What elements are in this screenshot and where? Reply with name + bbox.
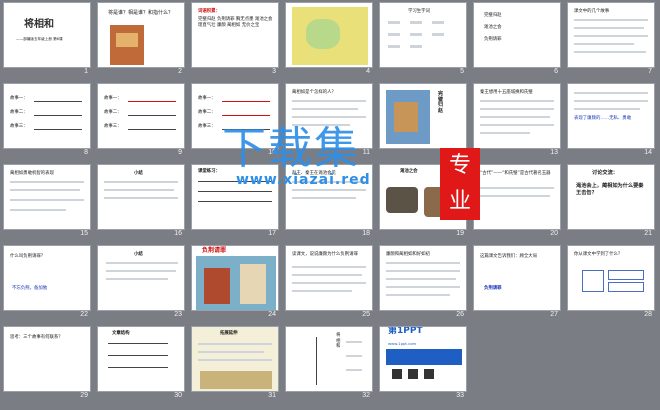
- slide-thumbnail[interactable]: 故事一： 故事二： 故事三：: [97, 83, 185, 149]
- slide-cell[interactable]: 完璧归赵 渑池之会 负荆请罪 6: [473, 2, 564, 83]
- slide-thumbnail[interactable]: 完璧归赵: [379, 83, 467, 149]
- slide-thumbnail[interactable]: 将是谁？相是谁？和指什么？: [97, 2, 185, 68]
- watermark-url: www.xiazai.red: [236, 172, 371, 188]
- slide-thumbnail[interactable]: 课文中的几个故事: [567, 2, 655, 68]
- slide-cell[interactable]: 思考：三个故事有何联系？ 29: [3, 326, 94, 407]
- slide-thumbnail[interactable]: 表现了廉颇的……无私、勇敢: [567, 83, 655, 149]
- slide-cell[interactable]: 将相和 ——部编版五年级上册 第6课 1: [3, 2, 94, 83]
- slide-thumbnail[interactable]: 负荆请罪: [191, 245, 279, 311]
- slide-cell[interactable]: 蔺相如勇敢机智的表现 15: [3, 164, 94, 245]
- slide-cell[interactable]: 秦王想用十五座城换和氏璧 13: [473, 83, 564, 164]
- slide-thumbnail[interactable]: “古代”——“和氏璧”是古代著名玉器: [473, 164, 561, 230]
- watermark-text: 下载集: [222, 123, 360, 174]
- slide-thumbnail[interactable]: 你从课文中学到了什么？: [567, 245, 655, 311]
- slide-cell[interactable]: 学习生字词 5: [379, 2, 470, 83]
- slide-cell[interactable]: 文章结构 30: [97, 326, 188, 407]
- slide-thumbnail[interactable]: 词语积累： 完璧归赵 负荆请罪 胸无点墨 渑池之会 理直气壮 廉颇 蔺相如 无价…: [191, 2, 279, 68]
- slide-cell[interactable]: 你从课文中学到了什么？ 28: [567, 245, 658, 326]
- slide-thumbnail[interactable]: 小结: [97, 164, 185, 230]
- seal-stamp: 专业: [440, 148, 480, 220]
- slide-thumbnail[interactable]: 拓展延伸: [191, 326, 279, 392]
- slide-cell[interactable]: 拓展延伸 31: [191, 326, 282, 407]
- slide-cell[interactable]: 将是谁？相是谁？和指什么？ 2: [97, 2, 188, 83]
- slide-cell[interactable]: 讨论交流： 渑池会上，蔺相如为什么要秦王击缶？ 21: [567, 164, 658, 245]
- slide-cell[interactable]: 什么叫负荆请罪？ 不忘负荆，备加勉 22: [3, 245, 94, 326]
- slide-cell[interactable]: 词语积累： 完璧归赵 负荆请罪 胸无点墨 渑池之会 理直气壮 廉颇 蔺相如 无价…: [191, 2, 282, 83]
- slide-thumbnail[interactable]: 这篇课文告诉我们：顾全大局 负荆请罪: [473, 245, 561, 311]
- slide-cell[interactable]: 故事一： 故事二： 故事三： 8: [3, 83, 94, 164]
- slide-cell[interactable]: 4: [285, 2, 376, 83]
- slide-thumbnail[interactable]: 故事一： 故事二： 故事三：: [3, 83, 91, 149]
- slide-thumbnail[interactable]: 秦王想用十五座城换和氏璧: [473, 83, 561, 149]
- slide-thumbnail[interactable]: [285, 2, 373, 68]
- slide-thumbnail[interactable]: 第1PPT www.1ppt.com: [379, 326, 467, 392]
- slide-thumbnail[interactable]: 读课文，说说廉颇为什么负荆请罪: [285, 245, 373, 311]
- slide-thumbnail[interactable]: 文章结构: [97, 326, 185, 392]
- artifact-image: [386, 187, 418, 213]
- brand-logo: 第1PPT: [388, 326, 423, 336]
- slide-thumbnail[interactable]: 学习生字词: [379, 2, 467, 68]
- slide-cell[interactable]: 第1PPT www.1ppt.com 33: [379, 326, 470, 407]
- slide-thumbnail[interactable]: 完璧归赵 渑池之会 负荆请罪: [473, 2, 561, 68]
- slide-cell[interactable]: 小结 16: [97, 164, 188, 245]
- slide-cell[interactable]: 表现了廉颇的……无私、勇敢 14: [567, 83, 658, 164]
- slide-cell[interactable]: 廉颇和蔺相如和好如初 26: [379, 245, 470, 326]
- slide-thumbnail[interactable]: 将相和 ——部编版五年级上册 第6课: [3, 2, 91, 68]
- slide-cell[interactable]: 负荆请罪 24: [191, 245, 282, 326]
- slide-cell[interactable]: 读课文，说说廉颇为什么负荆请罪 25: [285, 245, 376, 326]
- slide-cell[interactable]: “古代”——“和氏璧”是古代著名玉器 20: [473, 164, 564, 245]
- slide-thumbnail[interactable]: 将相和: [285, 326, 373, 392]
- slide-thumbnail[interactable]: 什么叫负荆请罪？ 不忘负荆，备加勉: [3, 245, 91, 311]
- slide-thumbnail[interactable]: 小结: [97, 245, 185, 311]
- slide-thumbnail[interactable]: 蔺相如勇敢机智的表现: [3, 164, 91, 230]
- slide-thumbnail[interactable]: 讨论交流： 渑池会上，蔺相如为什么要秦王击缶？: [567, 164, 655, 230]
- slide-cell[interactable]: 课文中的几个故事 7: [567, 2, 658, 83]
- slide-cell[interactable]: 故事一： 故事二： 故事三： 9: [97, 83, 188, 164]
- slide-thumbnail[interactable]: 思考：三个故事有何联系？: [3, 326, 91, 392]
- slide-cell[interactable]: 将相和 32: [285, 326, 376, 407]
- slide-thumbnail[interactable]: 廉颇和蔺相如和好如初: [379, 245, 467, 311]
- slide-cell[interactable]: 小结 23: [97, 245, 188, 326]
- slide-sorter-grid: 将相和 ——部编版五年级上册 第6课 1 将是谁？相是谁？和指什么？ 2 词语积…: [3, 2, 658, 407]
- slide-cell[interactable]: 这篇课文告诉我们：顾全大局 负荆请罪 27: [473, 245, 564, 326]
- slide-title: 将相和: [24, 19, 54, 30]
- slide-number: 1: [84, 68, 88, 75]
